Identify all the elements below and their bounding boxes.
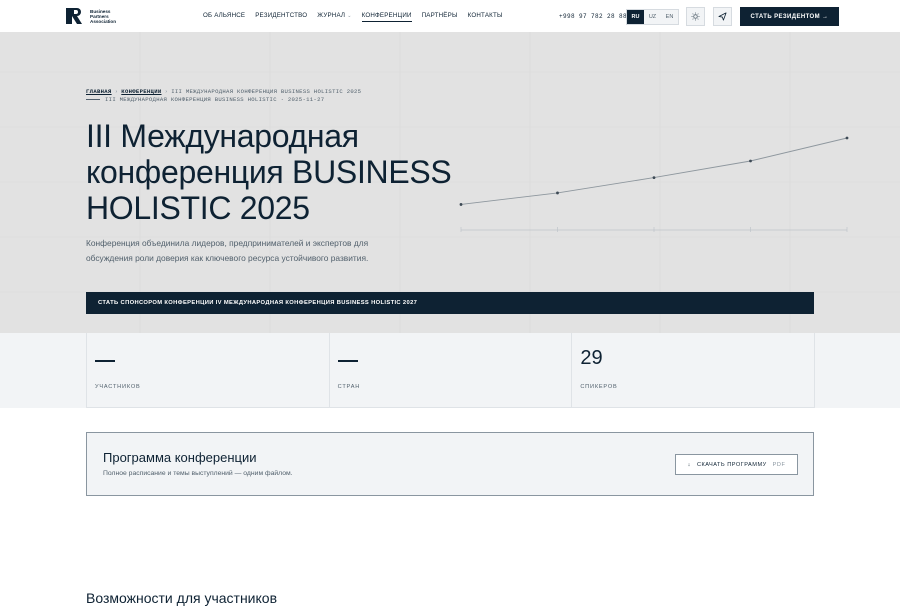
become-sponsor-button[interactable]: СТАТЬ СПОНСОРОМ КОНФЕРЕНЦИИ IV МЕЖДУНАРО… (86, 292, 814, 314)
stat-empty-dash (95, 360, 115, 362)
logo[interactable]: Business Partners Association (66, 8, 124, 24)
site-header: Business Partners Association ОБ АЛЬЯНСЕ… (0, 0, 900, 32)
stat-value: 29 (580, 347, 603, 369)
stats-section: УЧАСТНИКОВ СТРАН 29 СПИКЕРОВ (0, 333, 900, 408)
lang-en[interactable]: EN (661, 10, 678, 24)
nav-item-about[interactable]: ОБ АЛЬЯНСЕ (203, 12, 245, 19)
chart-point (652, 176, 656, 180)
stats-grid: УЧАСТНИКОВ СТРАН 29 СПИКЕРОВ (86, 333, 815, 408)
chart-point (845, 136, 849, 140)
nav-item-journal[interactable]: ЖУРНАЛ ⌄ (317, 12, 351, 19)
breadcrumb-conferences[interactable]: КОНФЕРЕНЦИИ (121, 88, 161, 95)
logo-mark-icon (66, 8, 86, 24)
nav-item-conferences[interactable]: КОНФЕРЕНЦИИ (361, 12, 412, 22)
sun-icon (691, 12, 700, 21)
download-icon: ↓ (687, 461, 691, 468)
stat-empty-dash (337, 360, 358, 362)
section-heading: Возможности для участников (86, 590, 278, 606)
main-nav: ОБ АЛЬЯНСЕ РЕЗИДЕНТСТВО ЖУРНАЛ ⌄ КОНФЕРЕН… (203, 12, 513, 22)
lang-uz[interactable]: UZ (644, 10, 661, 24)
program-title: Программа конференции (103, 450, 257, 465)
chart-series-line (460, 137, 848, 205)
download-program-button[interactable]: ↓ СКАЧАТЬ ПРОГРАММУ PDF (675, 454, 798, 475)
breadcrumb-separator: › (114, 88, 119, 95)
breadcrumb: ГЛАВНАЯ › КОНФЕРЕНЦИИ › III МЕЖДУНАРОДНАЯ КО… (86, 88, 361, 95)
phone-link[interactable]: +998 97 782 28 88 (559, 13, 627, 20)
stat-label: СПИКЕРОВ (580, 384, 618, 390)
chart-point (556, 191, 559, 195)
stat-label: УЧАСТНИКОВ (95, 384, 141, 390)
chart-point (749, 159, 752, 163)
download-label: СКАЧАТЬ ПРОГРАММУ (696, 461, 767, 468)
event-meta: III МЕЖДУНАРОДНАЯ КОНФЕРЕНЦИЯ BUSINESS H… (86, 96, 324, 103)
chart-point (459, 203, 463, 206)
lang-ru[interactable]: RU (627, 10, 644, 24)
nav-item-contacts[interactable]: КОНТАКТЫ (468, 12, 503, 19)
decorative-line-chart (459, 136, 849, 232)
send-icon (718, 12, 727, 21)
breadcrumb-current: III МЕЖДУНАРОДНАЯ КОНФЕРЕНЦИЯ BUSINESS H… (171, 88, 362, 95)
stat-countries: СТРАН (330, 333, 573, 407)
nav-item-residency[interactable]: РЕЗИДЕНТСТВО (255, 12, 307, 19)
hero-description: Конференция объединила лидеров, предприн… (86, 238, 369, 263)
event-meta-text: III МЕЖДУНАРОДНАЯ КОНФЕРЕНЦИЯ BUSINESS H… (105, 96, 325, 103)
stat-speakers: 29 СПИКЕРОВ (572, 333, 814, 407)
chevron-down-icon: ⌄ (347, 13, 352, 19)
hero-section: ГЛАВНАЯ › КОНФЕРЕНЦИИ › III МЕЖДУНАРОДНАЯ КО… (0, 32, 900, 333)
meta-dash (86, 99, 100, 100)
breadcrumb-separator: › (164, 88, 169, 95)
breadcrumb-home[interactable]: ГЛАВНАЯ (86, 88, 112, 95)
language-switcher: RU UZ EN (626, 9, 679, 25)
nav-item-partners[interactable]: ПАРТНЁРЫ (422, 12, 458, 19)
telegram-button[interactable] (713, 7, 732, 26)
stat-label: СТРАН (337, 384, 361, 390)
logo-text: Business Partners Association (90, 8, 117, 24)
stat-participants: УЧАСТНИКОВ (87, 333, 330, 407)
program-card: Программа конференции Полное расписание … (86, 432, 814, 496)
program-subtitle: Полное расписание и темы выступлений — о… (103, 470, 293, 477)
download-format: PDF (772, 461, 786, 468)
become-resident-button[interactable]: СТАТЬ РЕЗИДЕНТОМ → (740, 7, 839, 26)
theme-toggle-button[interactable] (686, 7, 705, 26)
